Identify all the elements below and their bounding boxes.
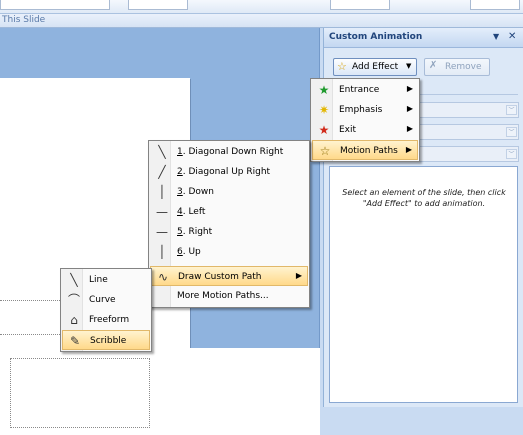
menu-item-freeform[interactable]: ⌂ Freeform	[62, 310, 150, 330]
add-effect-menu: ★ Entrance ▶ ✷ Emphasis ▶ ★ Exit ▶ ☆ Mot…	[310, 78, 420, 162]
animation-list[interactable]: Select an element of the slide, then cli…	[329, 166, 518, 403]
line-left-icon: —	[156, 205, 168, 219]
yellow-star-icon: ✷	[318, 103, 330, 117]
menu-item-label: Motion Paths	[340, 146, 398, 156]
green-star-icon: ★	[318, 83, 330, 97]
menu-item-up[interactable]: │ 6. Up	[150, 242, 308, 262]
menu-item-left[interactable]: — 4. Left	[150, 202, 308, 222]
menu-item-label: Draw Custom Path	[178, 272, 262, 282]
chevron-down-icon: ﹀	[506, 105, 517, 115]
custom-path-menu: ╲ Line ⌒ Curve ⌂ Freeform ✎ Scribble	[60, 268, 152, 352]
ribbon-field	[330, 0, 390, 10]
pane-header: Custom Animation ▼ ✕	[324, 28, 523, 48]
menu-item-label: Curve	[89, 295, 116, 305]
menu-item-label: 6. Up	[177, 247, 201, 257]
ribbon-subbar: This Slide	[0, 14, 523, 28]
remove-icon: ✗	[429, 60, 438, 71]
submenu-arrow-icon: ▶	[406, 84, 413, 93]
ribbon-field	[0, 0, 110, 10]
diagonal-up-icon: ╱	[158, 165, 166, 179]
chevron-down-icon: ▼	[406, 62, 412, 70]
outline-star-icon: ☆	[319, 144, 331, 158]
menu-item-label: Freeform	[89, 315, 130, 325]
menu-item-draw-custom-path[interactable]: ∿ Draw Custom Path ▶	[150, 266, 308, 286]
freeform-tool-icon: ⌂	[70, 313, 78, 327]
speed-select[interactable]: ﹀	[419, 146, 519, 162]
menu-item-label: Scribble	[90, 336, 127, 346]
remove-label: Remove	[445, 62, 482, 72]
menu-item-right[interactable]: — 5. Right	[150, 222, 308, 242]
menu-item-label: 2. Diagonal Up Right	[177, 167, 271, 177]
property-select[interactable]: ﹀	[419, 124, 519, 140]
menu-item-emphasis[interactable]: ✷ Emphasis ▶	[312, 100, 418, 120]
menu-item-label: 4. Left	[177, 207, 206, 217]
pane-options-icon[interactable]: ▼	[493, 32, 499, 41]
menu-item-label: Exit	[339, 125, 357, 135]
add-effect-label: Add Effect	[352, 62, 399, 72]
placeholder-border	[0, 300, 62, 301]
line-right-icon: —	[156, 225, 168, 239]
menu-item-label: Emphasis	[339, 105, 383, 115]
menu-item-entrance[interactable]: ★ Entrance ▶	[312, 80, 418, 100]
chevron-down-icon: ﹀	[506, 127, 517, 137]
scribble-tool-icon: ✎	[69, 334, 81, 348]
custom-path-icon: ∿	[157, 270, 169, 284]
menu-item-line[interactable]: ╲ Line	[62, 270, 150, 290]
menu-item-label: 3. Down	[177, 187, 214, 197]
menu-item-label: Line	[89, 275, 108, 285]
submenu-arrow-icon: ▶	[406, 104, 413, 113]
menu-item-label: 1. Diagonal Down Right	[177, 147, 284, 157]
menu-item-curve[interactable]: ⌒ Curve	[62, 290, 150, 310]
line-up-icon: │	[158, 245, 166, 259]
remove-button[interactable]: ✗ Remove	[424, 58, 490, 76]
ribbon-strip	[0, 0, 523, 14]
submenu-arrow-icon: ▶	[406, 124, 413, 133]
menu-item-more-motion-paths[interactable]: More Motion Paths...	[150, 286, 308, 306]
menu-item-label: 5. Right	[177, 227, 213, 237]
menu-item-motion-paths[interactable]: ☆ Motion Paths ▶	[312, 140, 418, 160]
menu-item-scribble[interactable]: ✎ Scribble	[62, 330, 150, 350]
empty-list-hint: Select an element of the slide, then cli…	[342, 188, 506, 208]
text-placeholder[interactable]	[10, 358, 150, 428]
start-select[interactable]: ﹀	[419, 102, 519, 118]
menu-item-label: More Motion Paths...	[177, 291, 269, 301]
add-effect-button[interactable]: ☆ Add Effect ▼	[333, 58, 417, 76]
ribbon-field	[128, 0, 188, 10]
submenu-arrow-icon: ▶	[405, 145, 412, 154]
pane-title: Custom Animation	[329, 32, 423, 42]
line-down-icon: │	[158, 185, 166, 199]
menu-item-diagonal-down-right[interactable]: ╲ 1. Diagonal Down Right	[150, 142, 308, 162]
line-tool-icon: ╲	[70, 273, 78, 287]
slide-canvas-lower[interactable]	[0, 348, 320, 435]
ribbon-field	[470, 0, 520, 10]
menu-item-exit[interactable]: ★ Exit ▶	[312, 120, 418, 140]
menu-item-down[interactable]: │ 3. Down	[150, 182, 308, 202]
menu-item-label: Entrance	[339, 85, 380, 95]
motion-paths-menu: ╲ 1. Diagonal Down Right ╱ 2. Diagonal U…	[148, 140, 310, 308]
chevron-down-icon: ﹀	[506, 149, 517, 159]
apply-to-label: This Slide	[2, 15, 46, 25]
curve-tool-icon: ⌒	[67, 293, 80, 307]
submenu-arrow-icon: ▶	[295, 271, 302, 280]
add-effect-icon: ☆	[337, 60, 347, 73]
close-icon[interactable]: ✕	[508, 31, 516, 42]
red-star-icon: ★	[318, 123, 330, 137]
menu-item-diagonal-up-right[interactable]: ╱ 2. Diagonal Up Right	[150, 162, 308, 182]
diagonal-down-icon: ╲	[158, 145, 166, 159]
placeholder-border	[0, 334, 62, 335]
